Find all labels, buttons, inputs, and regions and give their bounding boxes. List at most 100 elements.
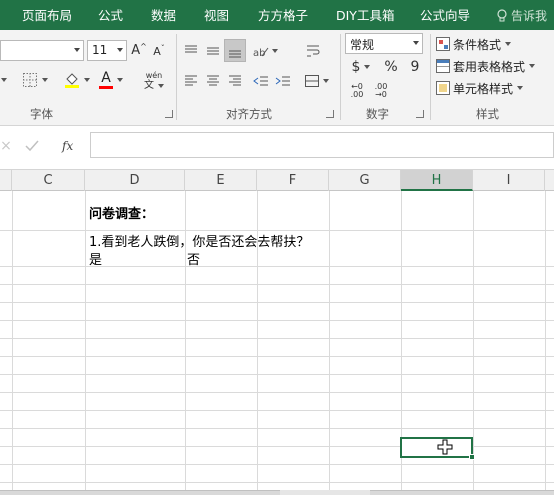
conditional-format-icon (436, 37, 450, 51)
paint-bucket-icon (64, 73, 79, 88)
option-no-cell[interactable]: 否 (187, 249, 200, 268)
increase-decimal-button[interactable]: ←0.00 (346, 80, 368, 102)
tab-diy-toolbox[interactable]: DIY工具箱 (336, 0, 394, 30)
font-size-dropdown[interactable]: 11 (87, 40, 127, 61)
separator (430, 34, 431, 120)
gridline (0, 410, 554, 411)
font-name-dropdown[interactable] (0, 40, 84, 61)
gridline (0, 482, 554, 483)
decrease-indent-icon (253, 76, 268, 86)
align-left-icon (185, 75, 197, 86)
enter-entry-icon[interactable] (22, 136, 42, 156)
option-yes-cell[interactable]: 是 (89, 249, 102, 268)
column-header-c[interactable]: C (12, 170, 85, 191)
decrease-decimal-button[interactable]: .00 →0 (370, 80, 392, 102)
align-right-icon (229, 75, 241, 86)
alignment-dialog-launcher[interactable] (326, 110, 334, 118)
sheet-tab-strip (0, 490, 554, 495)
column-header-f[interactable]: F (257, 170, 329, 191)
checkmark-icon (25, 140, 39, 152)
font-group-label: 字体 (30, 107, 53, 121)
column-header-h[interactable]: H (401, 170, 473, 191)
align-middle-button[interactable] (202, 40, 224, 62)
horizontal-scrollbar[interactable] (370, 490, 554, 495)
currency-button[interactable]: $ (348, 57, 374, 77)
comma-style-button[interactable]: 9 (408, 57, 422, 77)
align-bottom-button[interactable] (224, 39, 246, 62)
gridline (0, 266, 554, 267)
percent-button[interactable]: % (382, 57, 400, 77)
survey-title-cell[interactable]: 问卷调查： (89, 203, 154, 222)
gridline (0, 302, 554, 303)
gridline (0, 338, 554, 339)
fill-handle[interactable] (469, 454, 475, 460)
decrease-indent-button[interactable] (250, 70, 272, 92)
phonetic-guide-button[interactable]: wén 文 (139, 70, 169, 92)
font-dialog-launcher[interactable] (165, 110, 173, 118)
tab-formulas[interactable]: 公式 (98, 0, 123, 30)
text-orientation-icon: ab (253, 47, 269, 58)
column-header-j[interactable] (545, 170, 554, 191)
gridline (0, 356, 554, 357)
column-header-d[interactable]: D (85, 170, 185, 191)
tab-fangfang[interactable]: 方方格子 (258, 0, 308, 30)
column-headers: C D E F G H I (0, 170, 554, 191)
borders-button[interactable] (20, 70, 50, 90)
ribbon-tab-bar: 页面布局 公式 数据 视图 方方格子 DIY工具箱 公式向导 告诉我 (0, 0, 554, 30)
number-group-label: 数字 (366, 107, 389, 121)
tab-formula-wizard[interactable]: 公式向导 (420, 0, 470, 30)
gridline (0, 428, 554, 429)
borders-icon (23, 73, 37, 87)
question-cell[interactable]: 1.看到老人跌倒，你是否还会去帮扶？ (89, 231, 309, 250)
tab-view[interactable]: 视图 (204, 0, 229, 30)
row-header-corner[interactable] (0, 170, 12, 191)
sheet-tabs[interactable] (0, 490, 280, 495)
tab-page-layout[interactable]: 页面布局 (22, 0, 72, 30)
insert-function-button[interactable]: fx (62, 139, 73, 153)
worksheet-grid[interactable]: 问卷调查： 1.看到老人跌倒，你是否还会去帮扶？ 是 否 (0, 191, 554, 490)
separator (176, 34, 177, 120)
underline-dropdown[interactable] (0, 70, 8, 90)
formula-bar: × fx (0, 126, 554, 170)
separator (340, 34, 341, 120)
decrease-font-button[interactable]: Aˇ (151, 42, 167, 61)
orientation-button[interactable]: ab (250, 40, 280, 62)
increase-indent-icon (275, 76, 290, 86)
table-format-icon (436, 59, 450, 73)
column-header-g[interactable]: G (329, 170, 401, 191)
align-right-button[interactable] (224, 70, 246, 92)
fill-color-button[interactable] (60, 70, 92, 90)
increase-font-button[interactable]: A ^ (131, 40, 147, 61)
tab-data[interactable]: 数据 (151, 0, 176, 30)
align-top-button[interactable] (180, 40, 202, 62)
cell-styles-icon (436, 81, 450, 95)
align-center-button[interactable] (202, 70, 224, 92)
formula-input[interactable] (90, 132, 554, 158)
align-top-icon (185, 45, 197, 53)
styles-group-label: 样式 (476, 107, 499, 121)
lightbulb-icon (497, 9, 507, 22)
tell-me-box[interactable]: 告诉我 (496, 0, 547, 30)
align-middle-icon (207, 47, 219, 55)
wrap-text-icon (307, 45, 320, 57)
column-header-i[interactable]: I (473, 170, 545, 191)
cancel-entry-icon[interactable]: × (0, 136, 12, 156)
font-color-button[interactable]: A (96, 70, 126, 90)
merge-center-button[interactable] (300, 70, 332, 92)
merge-cells-icon (304, 75, 319, 87)
svg-text:ab: ab (253, 48, 265, 58)
cell-styles-button[interactable]: 单元格样式 (436, 78, 524, 98)
number-format-dropdown[interactable]: 常规 (345, 33, 423, 54)
align-bottom-icon (229, 50, 241, 57)
wrap-text-button[interactable] (302, 40, 324, 62)
alignment-group-label: 对齐方式 (226, 107, 272, 121)
number-dialog-launcher[interactable] (416, 110, 424, 118)
gridline (0, 284, 554, 285)
column-header-e[interactable]: E (185, 170, 257, 191)
increase-indent-button[interactable] (272, 70, 294, 92)
conditional-format-button[interactable]: 条件格式 (436, 34, 512, 54)
format-as-table-button[interactable]: 套用表格格式 (436, 56, 536, 76)
align-left-button[interactable] (180, 70, 202, 92)
gridline (0, 374, 554, 375)
align-center-icon (207, 75, 219, 86)
